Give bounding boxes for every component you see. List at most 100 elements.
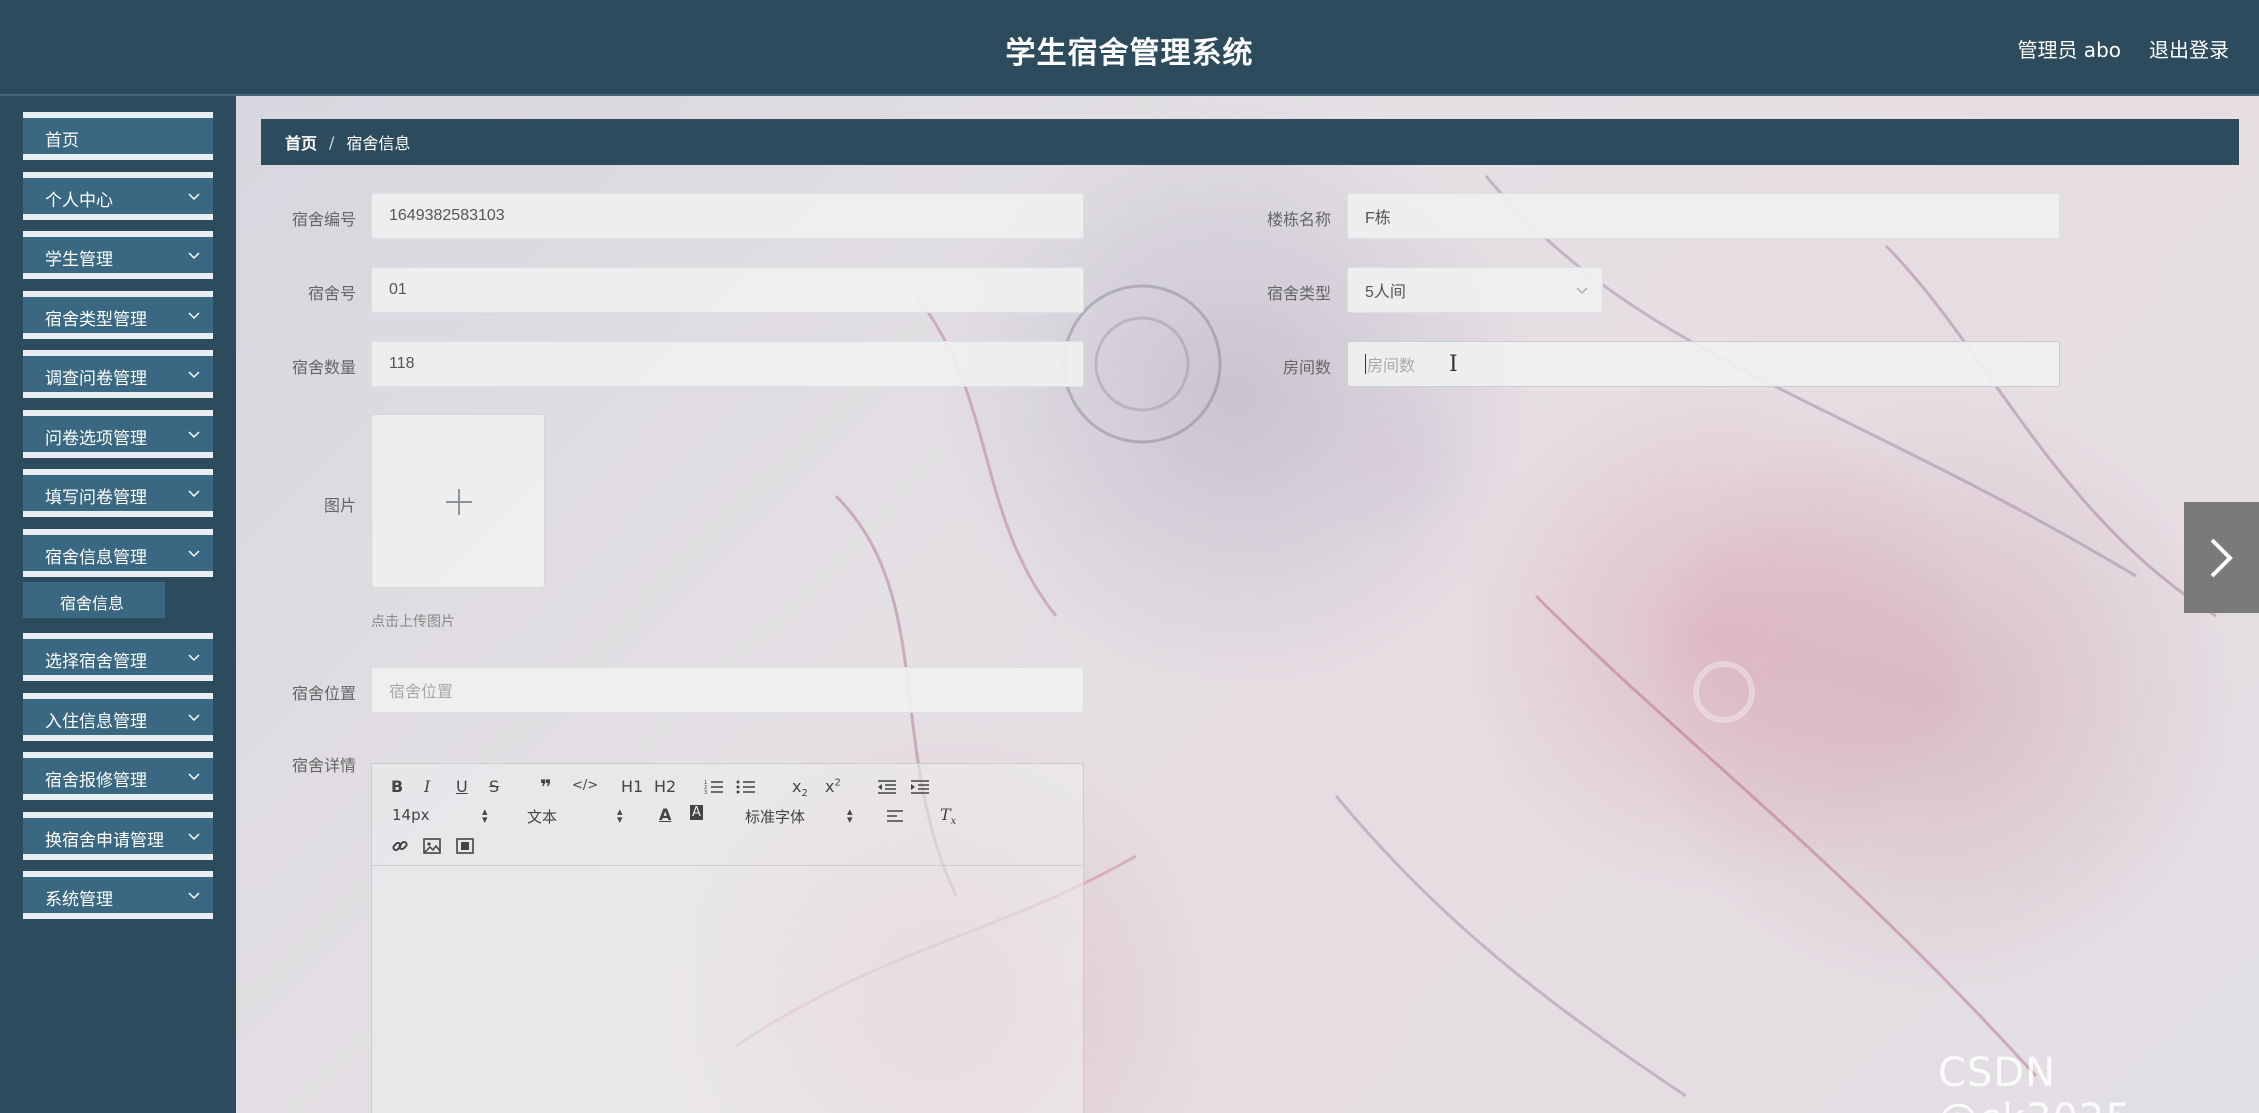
paragraph-value: 文本 <box>527 808 558 826</box>
dorm-type-select[interactable]: 5人间 <box>1347 267 1603 313</box>
chevron-down-icon <box>188 773 200 781</box>
room-count-label: 房间数 <box>1282 358 1331 377</box>
sidebar-subitem-label: 宿舍信息 <box>60 594 125 613</box>
chevron-down-icon <box>188 311 200 319</box>
code-block-icon[interactable]: </> <box>572 778 598 793</box>
sidebar-item-label: 换宿舍申请管理 <box>45 830 164 851</box>
sidebar-item-label: 个人中心 <box>45 190 113 211</box>
clear-format-icon[interactable]: Tx <box>940 805 956 827</box>
font-family-value: 标准字体 <box>745 808 806 826</box>
editor-toolbar: B I U S ❞ </> H1 H2 123 x2 x2 14px ▴ ▾ 文本… <box>372 764 1083 866</box>
sidebar-item-choose-dorm-management[interactable]: 选择宿舍管理 <box>23 633 213 681</box>
sidebar-item-label: 首页 <box>45 131 79 151</box>
align-left-icon[interactable] <box>886 809 904 823</box>
ordered-list-icon[interactable]: 123 <box>704 779 724 795</box>
app-title: 学生宿舍管理系统 <box>1005 36 1254 71</box>
indent-icon[interactable] <box>910 779 930 795</box>
building-name-label: 楼栋名称 <box>1266 210 1331 229</box>
ibeam-cursor-icon: I <box>1449 352 1458 377</box>
link-icon[interactable] <box>391 837 409 855</box>
dorm-type-label: 宿舍类型 <box>1266 284 1331 303</box>
sidebar-item-dorm-info-management[interactable]: 宿舍信息管理 <box>23 528 213 577</box>
sidebar-item-survey-option-management[interactable]: 问卷选项管理 <box>23 409 213 458</box>
detail-label: 宿舍详情 <box>291 756 356 775</box>
sidebar-item-dorm-type-management[interactable]: 宿舍类型管理 <box>23 290 213 339</box>
dorm-type-value: 5人间 <box>1365 284 1406 301</box>
sidebar-subitem-dorm-info[interactable]: 宿舍信息 <box>23 582 165 618</box>
sidebar-item-repair-management[interactable]: 宿舍报修管理 <box>23 752 213 800</box>
upload-hint: 点击上传图片 <box>371 614 455 630</box>
sidebar-item-label: 宿舍报修管理 <box>45 771 147 791</box>
svg-text:3: 3 <box>704 790 707 795</box>
font-family-select[interactable]: 标准字体 ▴ ▾ <box>745 806 857 827</box>
font-size-select[interactable]: 14px ▴ ▾ <box>392 805 492 826</box>
room-no-label: 宿舍号 <box>307 284 356 303</box>
select-arrows-icon: ▴ ▾ <box>847 805 853 826</box>
sidebar-item-system-management[interactable]: 系统管理 <box>23 871 213 919</box>
outdent-icon[interactable] <box>877 779 897 795</box>
sidebar-item-label: 系统管理 <box>45 890 113 910</box>
image-icon[interactable] <box>423 838 441 854</box>
sidebar-item-student-management[interactable]: 学生管理 <box>23 231 213 279</box>
italic-icon[interactable]: I <box>424 777 430 796</box>
location-label: 宿舍位置 <box>291 684 356 703</box>
location-field[interactable]: 宿舍位置 <box>371 667 1084 713</box>
bullet-list-icon[interactable] <box>736 779 756 795</box>
image-upload-box[interactable] <box>371 414 545 588</box>
sidebar-item-home[interactable]: 首页 <box>23 112 213 160</box>
csdn-watermark: CSDN @ck3025 <box>1938 1050 2131 1113</box>
sidebar-item-survey-management[interactable]: 调查问卷管理 <box>23 350 213 398</box>
dorm-no-field[interactable]: 1649382583103 <box>371 193 1084 239</box>
chevron-down-icon <box>188 713 200 721</box>
sidebar-item-checkin-management[interactable]: 入住信息管理 <box>23 692 213 741</box>
chevron-down-icon <box>188 832 200 840</box>
header-1-icon[interactable]: H1 <box>621 777 643 796</box>
chevron-down-icon <box>188 490 200 498</box>
blockquote-icon[interactable]: ❞ <box>540 775 552 799</box>
subscript-icon[interactable]: x2 <box>792 777 808 799</box>
strikethrough-icon[interactable]: S <box>489 777 499 796</box>
paragraph-select[interactable]: 文本 ▴ ▾ <box>527 806 627 827</box>
chevron-down-icon <box>188 252 200 260</box>
bold-icon[interactable]: B <box>391 777 403 796</box>
room-count-field[interactable]: 房间数 I <box>1347 341 2060 387</box>
dorm-count-field[interactable]: 118 <box>371 341 1084 387</box>
sidebar-item-change-dorm-management[interactable]: 换宿舍申请管理 <box>23 811 213 860</box>
background-color-icon[interactable]: A <box>690 805 703 820</box>
select-arrows-icon: ▴ ▾ <box>482 805 488 826</box>
underline-icon[interactable]: U <box>456 777 468 796</box>
sidebar-item-label: 入住信息管理 <box>45 711 147 732</box>
editor-content-area[interactable] <box>372 866 1083 1113</box>
user-area: 管理员 abo 退出登录 <box>2017 34 2229 63</box>
breadcrumb-separator: / <box>329 132 335 152</box>
superscript-icon[interactable]: x2 <box>825 777 841 796</box>
chevron-down-icon <box>188 549 200 557</box>
sidebar-item-label: 调查问卷管理 <box>45 369 147 389</box>
chevron-down-icon <box>188 654 200 662</box>
main-content: 首页 / 宿舍信息 宿舍编号 1649382583103 楼栋名称 F栋 宿舍号… <box>236 96 2259 1113</box>
building-name-field[interactable]: F栋 <box>1347 193 2060 239</box>
sidebar-item-label: 学生管理 <box>45 250 113 270</box>
admin-user-label[interactable]: 管理员 abo <box>2017 34 2121 63</box>
font-size-value: 14px <box>392 806 430 824</box>
sidebar-item-label: 问卷选项管理 <box>45 428 147 449</box>
chevron-down-icon <box>188 371 200 379</box>
dorm-no-label: 宿舍编号 <box>291 210 356 229</box>
room-no-field[interactable]: 01 <box>371 267 1084 313</box>
sidebar-item-personal-center[interactable]: 个人中心 <box>23 171 213 220</box>
sidebar-item-fill-survey-management[interactable]: 填写问卷管理 <box>23 469 213 517</box>
top-header: 学生宿舍管理系统 管理员 abo 退出登录 <box>0 0 2259 96</box>
select-arrows-icon: ▴ ▾ <box>617 805 623 826</box>
logout-button[interactable]: 退出登录 <box>2149 34 2229 63</box>
video-icon[interactable] <box>456 838 474 854</box>
breadcrumb-home[interactable]: 首页 <box>285 130 317 154</box>
sidebar-item-label: 填写问卷管理 <box>45 488 147 508</box>
image-label: 图片 <box>323 496 356 515</box>
sidebar-item-label: 选择宿舍管理 <box>45 652 147 672</box>
text-color-icon[interactable]: A <box>659 805 671 824</box>
chevron-down-icon <box>1576 287 1588 294</box>
chevron-down-icon <box>188 892 200 900</box>
sidebar-item-label: 宿舍类型管理 <box>45 309 147 330</box>
next-slide-button[interactable] <box>2184 502 2259 613</box>
header-2-icon[interactable]: H2 <box>654 777 676 796</box>
